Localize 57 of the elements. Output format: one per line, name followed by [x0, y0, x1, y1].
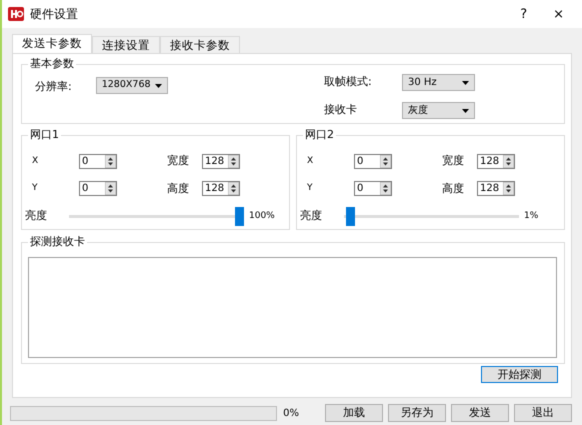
- field-label: 高度: [441, 180, 465, 196]
- spin-arrows-icon: [380, 182, 391, 196]
- progress-reading: 0%: [283, 406, 300, 420]
- group-title: 网口1: [28, 128, 61, 142]
- caret-icon: [462, 108, 469, 112]
- dialog-button[interactable]: 退出: [514, 404, 572, 422]
- field-label: X: [307, 154, 314, 168]
- number-field[interactable]: 0: [79, 154, 117, 169]
- number-field[interactable]: 128: [477, 181, 515, 196]
- number-field[interactable]: 128: [477, 154, 515, 169]
- field-label: 宽度: [166, 153, 190, 169]
- dialog-button[interactable]: 另存为: [388, 404, 446, 422]
- spin-arrows-icon: [503, 154, 514, 168]
- number-field[interactable]: 128: [202, 154, 240, 169]
- spin-arrows-icon: [105, 182, 116, 196]
- window-title: 硬件设置: [30, 6, 79, 23]
- app-logo-icon: [8, 7, 24, 21]
- dialog-button[interactable]: 加载: [325, 404, 383, 422]
- receiver-list[interactable]: [28, 257, 557, 358]
- start-detect-button[interactable]: 开始探测: [481, 366, 558, 383]
- caret-icon: [154, 84, 162, 88]
- number-field[interactable]: 128: [202, 181, 240, 196]
- field-label: 高度: [166, 180, 190, 196]
- caret-icon: [462, 80, 469, 84]
- spin-arrows-icon: [228, 154, 239, 168]
- slider-thumb[interactable]: [346, 207, 355, 226]
- slider-reading: 100%: [249, 210, 275, 223]
- field-label: 取帧模式:: [324, 74, 373, 90]
- help-button[interactable]: ?: [510, 8, 538, 20]
- dropdown[interactable]: 灰度: [402, 102, 475, 119]
- group-title: 探测接收卡: [28, 235, 87, 249]
- number-field[interactable]: 0: [354, 154, 392, 169]
- spin-arrows-icon: [228, 182, 239, 196]
- slider-thumb[interactable]: [235, 207, 244, 226]
- dropdown[interactable]: 30 Hz: [402, 74, 475, 91]
- group-title: 基本参数: [28, 57, 76, 71]
- spin-arrows-icon: [503, 182, 514, 196]
- tab[interactable]: 发送卡参数: [12, 34, 92, 53]
- number-field[interactable]: 0: [79, 181, 117, 196]
- close-button[interactable]: ×: [543, 8, 574, 20]
- field-label: Y: [307, 182, 314, 195]
- spin-arrows-icon: [105, 154, 116, 168]
- field-label: Y: [32, 182, 38, 195]
- tab[interactable]: 接收卡参数: [160, 36, 240, 53]
- tab[interactable]: 连接设置: [92, 36, 160, 53]
- number-field[interactable]: 0: [354, 181, 392, 196]
- group-title: 网口2: [303, 128, 336, 142]
- dialog-button[interactable]: 发送: [451, 404, 509, 422]
- dropdown[interactable]: 1280X768: [96, 77, 168, 94]
- field-label: 分辨率:: [35, 79, 72, 95]
- spin-arrows-icon: [380, 154, 391, 168]
- field-label: 接收卡: [324, 102, 358, 118]
- field-label: 亮度: [25, 208, 48, 224]
- field-label: 亮度: [300, 208, 323, 224]
- field-label: X: [32, 154, 40, 168]
- slider-reading: 1%: [524, 210, 538, 223]
- field-label: 宽度: [441, 153, 465, 169]
